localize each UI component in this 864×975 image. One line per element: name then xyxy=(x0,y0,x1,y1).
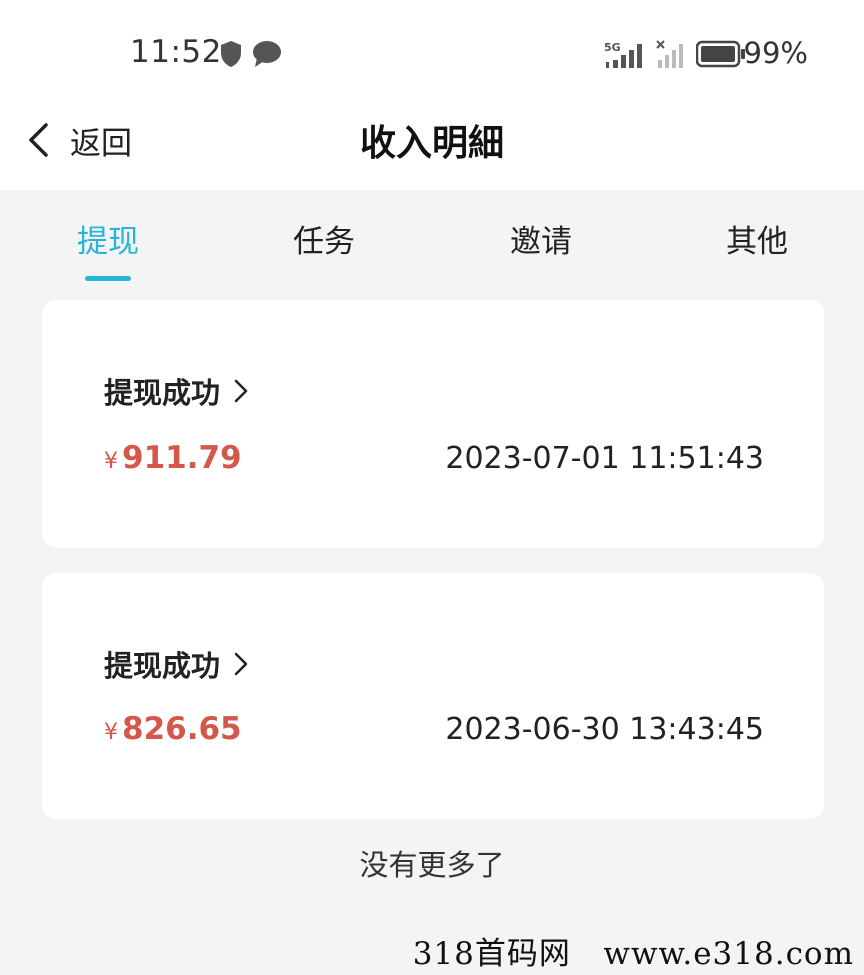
shield-icon xyxy=(221,41,241,67)
currency-symbol: ¥ xyxy=(104,720,118,745)
svg-text:5G: 5G xyxy=(604,41,621,54)
tab-active-indicator xyxy=(85,276,131,281)
page-title: 收入明細 xyxy=(359,123,504,164)
tab-bar: 提现 任务 邀请 其他 xyxy=(0,190,864,290)
no-more-text: 没有更多了 xyxy=(359,848,505,882)
tab-withdraw[interactable]: 提现 xyxy=(48,216,168,261)
record-amount: ¥911.79 xyxy=(104,440,242,476)
status-bar: 11:52 5G 99% xyxy=(0,0,864,100)
record-status-link[interactable]: 提现成功 xyxy=(104,370,248,412)
amount-value: 911.79 xyxy=(122,440,242,476)
record-card[interactable]: 提现成功 ¥911.79 2023-07-01 11:51:43 xyxy=(42,300,824,548)
battery-icon xyxy=(696,40,745,68)
record-card[interactable]: 提现成功 ¥826.65 2023-06-30 13:43:45 xyxy=(42,573,824,819)
record-status: 提现成功 xyxy=(104,649,221,683)
record-datetime: 2023-06-30 13:43:45 xyxy=(445,712,764,747)
record-amount: ¥826.65 xyxy=(104,711,242,747)
currency-symbol: ¥ xyxy=(104,449,118,474)
chevron-right-icon xyxy=(234,379,248,403)
status-time: 11:52 xyxy=(130,34,222,70)
record-status: 提现成功 xyxy=(104,376,221,410)
message-icon xyxy=(253,41,281,67)
nav-bar: 返回 收入明細 xyxy=(0,100,864,190)
watermark: 318首码网 www.e318.com xyxy=(412,936,854,972)
no-signal-icon xyxy=(656,40,683,68)
record-status-link[interactable]: 提现成功 xyxy=(104,643,248,685)
record-datetime: 2023-07-01 11:51:43 xyxy=(445,441,764,476)
tab-invite[interactable]: 邀请 xyxy=(481,216,601,261)
amount-value: 826.65 xyxy=(122,711,242,747)
tab-other[interactable]: 其他 xyxy=(697,216,817,261)
tab-tasks[interactable]: 任务 xyxy=(264,216,384,261)
5g-signal-icon: 5G xyxy=(604,41,642,68)
battery-percentage: 99% xyxy=(743,36,808,70)
chevron-right-icon xyxy=(234,652,248,676)
